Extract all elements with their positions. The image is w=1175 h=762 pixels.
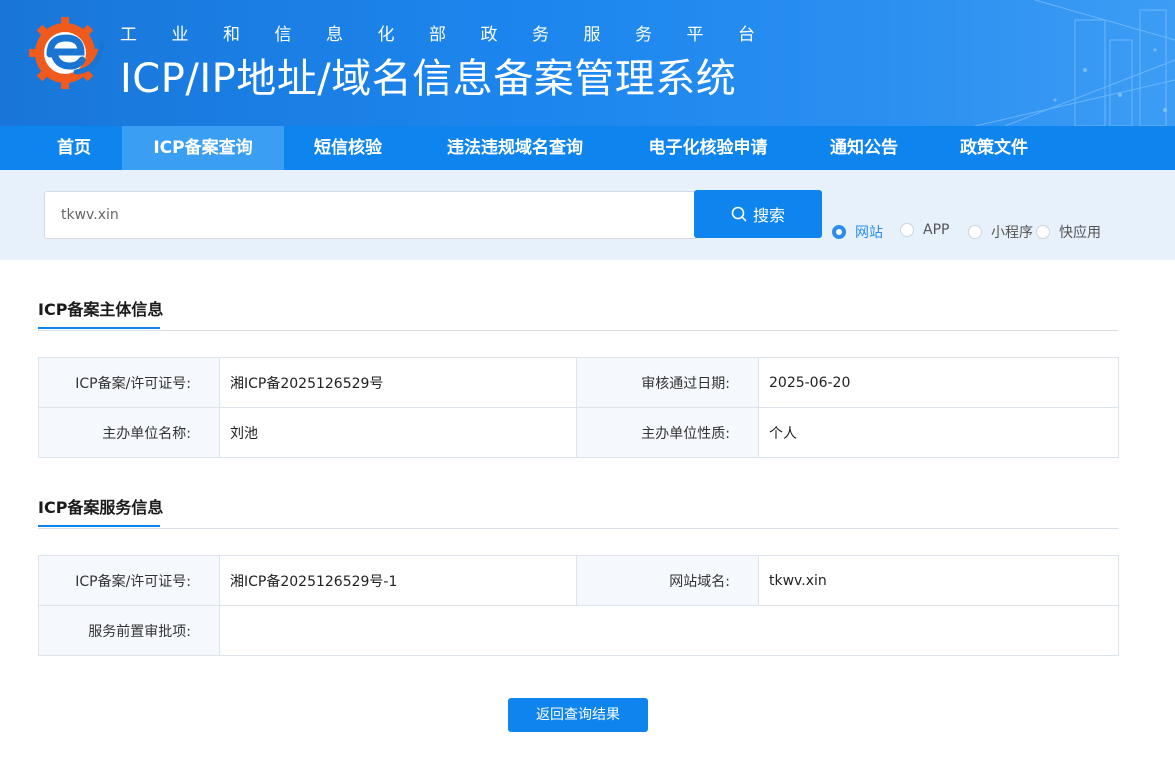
pre-approval-value bbox=[219, 605, 1119, 656]
radio-label: APP bbox=[923, 222, 950, 238]
license-value: 湘ICP备2025126529号 bbox=[219, 357, 577, 408]
organizer-name-label: 主办单位名称: bbox=[38, 407, 220, 458]
radio-mini-program[interactable]: 小程序 bbox=[968, 222, 1033, 242]
service-info-title-text: ICP备案服务信息 bbox=[38, 498, 164, 517]
main-nav: 首页 ICP备案查询 短信核验 违法违规域名查询 电子化核验申请 通知公告 政策… bbox=[0, 126, 1175, 170]
city-skyline-decoration bbox=[974, 0, 1175, 126]
service-info-table: ICP备案/许可证号: 湘ICP备2025126529号-1 网站域名: tkw… bbox=[38, 555, 1119, 656]
search-button[interactable]: 搜索 bbox=[694, 190, 822, 238]
pre-approval-label: 服务前置审批项: bbox=[38, 605, 220, 656]
radio-quick-app[interactable]: 快应用 bbox=[1036, 222, 1101, 242]
radio-dot bbox=[832, 225, 846, 239]
radio-label: 小程序 bbox=[991, 225, 1033, 241]
radio-dot bbox=[1036, 225, 1050, 239]
approval-date-value: 2025-06-20 bbox=[758, 357, 1119, 408]
section-title-underline bbox=[38, 525, 160, 527]
section-divider bbox=[38, 330, 1118, 331]
service-license-label: ICP备案/许可证号: bbox=[38, 555, 220, 606]
nav-home[interactable]: 首页 bbox=[32, 126, 116, 170]
nav-notices[interactable]: 通知公告 bbox=[814, 126, 914, 170]
subject-info-table: ICP备案/许可证号: 湘ICP备2025126529号 审核通过日期: 202… bbox=[38, 357, 1119, 458]
nav-sms-verify[interactable]: 短信核验 bbox=[298, 126, 398, 170]
radio-app[interactable]: APP bbox=[900, 222, 949, 238]
nav-illegal-domain-query[interactable]: 违法违规域名查询 bbox=[432, 126, 598, 170]
domain-value: tkwv.xin bbox=[758, 555, 1119, 606]
header-subtitle: 工业和信息化部政务服务平台 bbox=[120, 25, 790, 45]
nav-electronic-verify-apply[interactable]: 电子化核验申请 bbox=[632, 126, 784, 170]
license-label: ICP备案/许可证号: bbox=[38, 357, 220, 408]
radio-dot bbox=[968, 225, 982, 239]
subject-info-title-text: ICP备案主体信息 bbox=[38, 300, 164, 319]
service-info-title: ICP备案服务信息 bbox=[38, 494, 164, 527]
nav-policy-docs[interactable]: 政策文件 bbox=[944, 126, 1044, 170]
search-icon bbox=[731, 206, 747, 222]
service-license-value: 湘ICP备2025126529号-1 bbox=[219, 555, 577, 606]
search-input[interactable] bbox=[44, 191, 696, 239]
header-banner: 工业和信息化部政务服务平台 ICP/IP地址/域名信息备案管理系统 bbox=[0, 0, 1175, 126]
organizer-name-value: 刘池 bbox=[219, 407, 577, 458]
domain-label: 网站域名: bbox=[576, 555, 759, 606]
gear-e-logo-icon bbox=[26, 14, 105, 92]
radio-dot bbox=[900, 223, 914, 237]
search-button-label: 搜索 bbox=[752, 206, 785, 225]
organizer-type-label: 主办单位性质: bbox=[576, 407, 759, 458]
section-title-underline bbox=[38, 327, 160, 329]
table-row: ICP备案/许可证号: 湘ICP备2025126529号 审核通过日期: 202… bbox=[38, 357, 1119, 408]
approval-date-label: 审核通过日期: bbox=[576, 357, 759, 408]
search-area: 搜索 网站 APP 小程序 快应用 bbox=[0, 170, 1175, 260]
table-row: ICP备案/许可证号: 湘ICP备2025126529号-1 网站域名: tkw… bbox=[38, 555, 1119, 606]
radio-label: 快应用 bbox=[1059, 225, 1101, 241]
radio-website[interactable]: 网站 bbox=[832, 222, 883, 242]
section-divider bbox=[38, 528, 1118, 529]
nav-icp-query[interactable]: ICP备案查询 bbox=[122, 126, 284, 170]
organizer-type-value: 个人 bbox=[758, 407, 1119, 458]
table-row: 主办单位名称: 刘池 主办单位性质: 个人 bbox=[38, 407, 1119, 458]
radio-label: 网站 bbox=[855, 225, 883, 241]
table-row: 服务前置审批项: bbox=[38, 605, 1119, 656]
system-title: ICP/IP地址/域名信息备案管理系统 bbox=[120, 56, 737, 102]
subject-info-title: ICP备案主体信息 bbox=[38, 296, 164, 329]
back-to-results-button[interactable]: 返回查询结果 bbox=[508, 698, 648, 732]
